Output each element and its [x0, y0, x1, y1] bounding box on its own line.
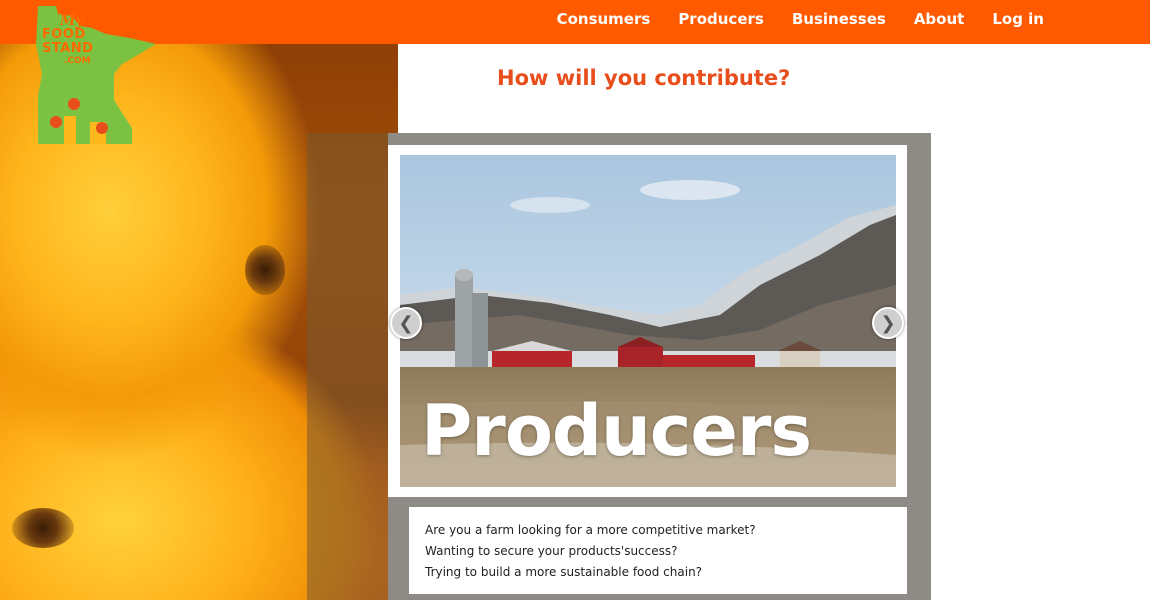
logo-stand: STAND	[42, 41, 94, 56]
chevron-right-icon: ❯	[880, 312, 896, 334]
description-list: Are you a farm looking for a more compet…	[425, 520, 756, 583]
logo-com: .COM	[64, 56, 91, 66]
nav-businesses[interactable]: Businesses	[792, 10, 886, 28]
slide-description: Are you a farm looking for a more compet…	[409, 507, 907, 594]
page-heading: How will you contribute?	[497, 66, 791, 90]
logo-food: FOOD	[42, 27, 86, 42]
list-item: Trying to build a more sustainable food …	[425, 565, 703, 579]
slide-caption: Producers	[421, 390, 812, 472]
orange-navel	[245, 245, 285, 295]
slider-prev-button[interactable]: ❮	[390, 307, 422, 339]
list-item: Are you a farm looking for a more compet…	[425, 523, 756, 537]
top-navigation-bar: Consumers Producers Businesses About Log…	[0, 0, 1150, 44]
logo-wordmark: My FOOD STAND .COM	[42, 14, 122, 66]
main-nav: Consumers Producers Businesses About Log…	[557, 0, 1044, 38]
list-item: Wanting to secure your products'success?	[425, 544, 678, 558]
nav-about[interactable]: About	[914, 10, 965, 28]
orange-navel	[12, 508, 74, 548]
logo-my: My	[60, 13, 84, 29]
nav-consumers[interactable]: Consumers	[557, 10, 651, 28]
nav-login[interactable]: Log in	[992, 10, 1044, 28]
site-logo[interactable]: My FOOD STAND .COM	[34, 4, 158, 146]
slider-next-button[interactable]: ❯	[872, 307, 904, 339]
background-shade	[307, 133, 398, 600]
nav-producers[interactable]: Producers	[678, 10, 764, 28]
chevron-left-icon: ❮	[398, 312, 414, 334]
